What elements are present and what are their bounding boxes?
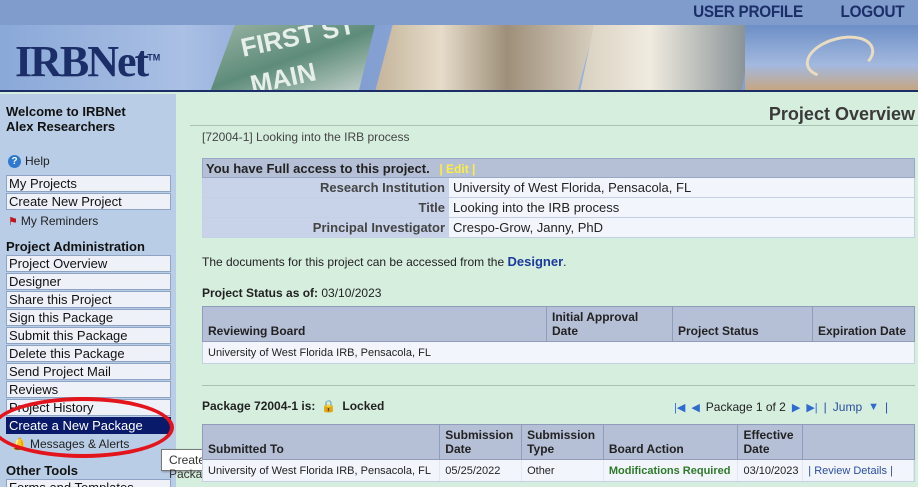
designer-link[interactable]: Designer	[508, 254, 564, 269]
last-page-icon[interactable]: ▶|	[806, 401, 817, 414]
prev-page-icon[interactable]: ◀	[691, 401, 699, 414]
detail-row: Title Looking into the IRB process	[202, 198, 915, 218]
table-header: Reviewing Board Initial Approval Date Pr…	[202, 306, 915, 342]
bell-icon: 🔔	[12, 437, 27, 451]
divider	[202, 385, 915, 386]
sidebar-item-project-history[interactable]: Project History	[6, 399, 171, 416]
first-page-icon[interactable]: |◀	[674, 401, 685, 414]
sidebar-item-sign-package[interactable]: Sign this Package	[6, 309, 171, 326]
banner-photo-satellite-dish	[745, 25, 918, 90]
detail-row: Research Institution University of West …	[202, 178, 915, 198]
sidebar-item-project-overview[interactable]: Project Overview	[6, 255, 171, 272]
welcome-text: Welcome to IRBNet Alex Researchers	[6, 104, 126, 134]
project-status-table: Reviewing Board Initial Approval Date Pr…	[202, 306, 915, 364]
main-content: Project Overview [72004-1] Looking into …	[190, 94, 918, 487]
sidebar-item-designer[interactable]: Designer	[6, 273, 171, 290]
my-projects-button[interactable]: My Projects	[6, 175, 171, 192]
top-links: USER PROFILE LOGOUT	[687, 2, 908, 22]
logout-link[interactable]: LOGOUT	[841, 2, 905, 22]
top-bar: USER PROFILE LOGOUT	[0, 0, 918, 25]
jump-link[interactable]: Jump	[833, 400, 862, 414]
pager-text: Package 1 of 2	[705, 400, 786, 414]
create-new-project-button[interactable]: Create New Project	[6, 193, 171, 210]
my-reminders-link[interactable]: ⚑ My Reminders	[8, 214, 98, 228]
banner-photo-lab	[580, 25, 755, 90]
help-link[interactable]: ? Help	[8, 154, 50, 168]
project-id-line: [72004-1] Looking into the IRB process	[202, 130, 410, 144]
access-header: You have Full access to this project. | …	[202, 158, 915, 178]
edit-link[interactable]: | Edit |	[439, 162, 475, 176]
help-icon: ?	[8, 154, 21, 168]
messages-alerts-link[interactable]: 🔔 Messages & Alerts	[12, 437, 129, 451]
irbnet-logo[interactable]: IRBNetTM	[15, 36, 160, 87]
sidebar-item-reviews[interactable]: Reviews	[6, 381, 171, 398]
table-row: University of West Florida IRB, Pensacol…	[202, 460, 915, 482]
package-status: Package 72004-1 is: 🔒 Locked	[202, 399, 385, 413]
package-pager: |◀ ◀ Package 1 of 2 ▶ ▶| | Jump ▼ |	[674, 400, 889, 414]
access-table: You have Full access to this project. | …	[202, 158, 915, 238]
page-title: Project Overview	[768, 104, 915, 124]
lock-icon: 🔒	[321, 399, 337, 413]
banner-photo-meeting	[375, 25, 595, 90]
banner-photo-street-sign: FIRST ST MAIN	[210, 25, 375, 90]
banner: IRBNetTM FIRST ST MAIN	[0, 25, 918, 92]
sidebar-item-delete-package[interactable]: Delete this Package	[6, 345, 171, 362]
package-table: Submitted To Submission Date Submission …	[202, 424, 915, 482]
documents-note: The documents for this project can be ac…	[202, 254, 567, 269]
satellite-dish-icon	[801, 28, 879, 86]
review-details-link[interactable]: | Review Details |	[803, 460, 914, 481]
table-row: University of West Florida IRB, Pensacol…	[202, 342, 915, 364]
next-page-icon[interactable]: ▶	[792, 401, 800, 414]
table-header: Submitted To Submission Date Submission …	[202, 424, 915, 460]
sidebar-item-send-mail[interactable]: Send Project Mail	[6, 363, 171, 380]
project-status-date: Project Status as of: 03/10/2023	[202, 286, 382, 300]
sidebar-item-forms-templates[interactable]: Forms and Templates	[6, 479, 171, 487]
project-administration-heading: Project Administration	[6, 239, 145, 254]
sidebar-item-submit-package[interactable]: Submit this Package	[6, 327, 171, 344]
flag-icon: ⚑	[8, 215, 18, 228]
detail-row: Principal Investigator Crespo-Grow, Jann…	[202, 218, 915, 238]
sidebar-item-share-project[interactable]: Share this Project	[6, 291, 171, 308]
user-profile-link[interactable]: USER PROFILE	[693, 2, 803, 22]
sidebar: Welcome to IRBNet Alex Researchers ? Hel…	[0, 94, 176, 487]
chevron-down-icon[interactable]: ▼	[868, 401, 879, 413]
sidebar-item-create-new-package[interactable]: Create a New Package	[6, 417, 171, 434]
other-tools-heading: Other Tools	[6, 463, 78, 478]
divider	[190, 125, 918, 126]
